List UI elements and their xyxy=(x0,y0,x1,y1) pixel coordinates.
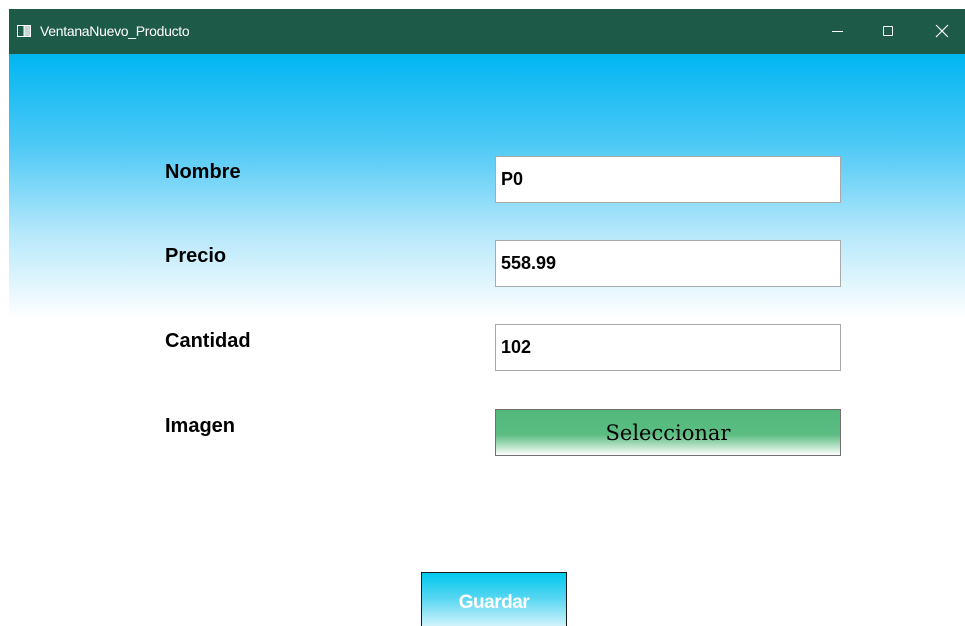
seleccionar-button[interactable]: Seleccionar xyxy=(495,409,841,456)
cantidad-input[interactable] xyxy=(495,324,841,371)
guardar-label: Guardar xyxy=(458,592,530,613)
precio-input[interactable] xyxy=(495,240,841,287)
close-button[interactable] xyxy=(919,9,965,54)
guardar-button[interactable]: Guardar xyxy=(421,572,567,626)
nombre-label: Nombre xyxy=(165,161,241,183)
window-app-icon xyxy=(17,25,31,37)
maximize-button[interactable] xyxy=(865,9,911,54)
window-title: VentanaNuevo_Producto xyxy=(40,23,190,39)
minimize-button[interactable] xyxy=(815,9,861,54)
close-icon xyxy=(935,24,949,38)
imagen-label: Imagen xyxy=(165,415,236,437)
cantidad-label: Cantidad xyxy=(165,330,251,352)
maximize-icon xyxy=(883,26,893,36)
form-area: Nombre Precio Cantidad Imagen Selecciona… xyxy=(9,54,965,626)
precio-label: Precio xyxy=(165,245,227,267)
app-window: VentanaNuevo_Producto Nombre Precio Cant… xyxy=(9,9,965,626)
nombre-input[interactable] xyxy=(495,156,841,203)
minimize-icon xyxy=(832,31,843,32)
title-bar[interactable]: VentanaNuevo_Producto xyxy=(9,9,965,54)
